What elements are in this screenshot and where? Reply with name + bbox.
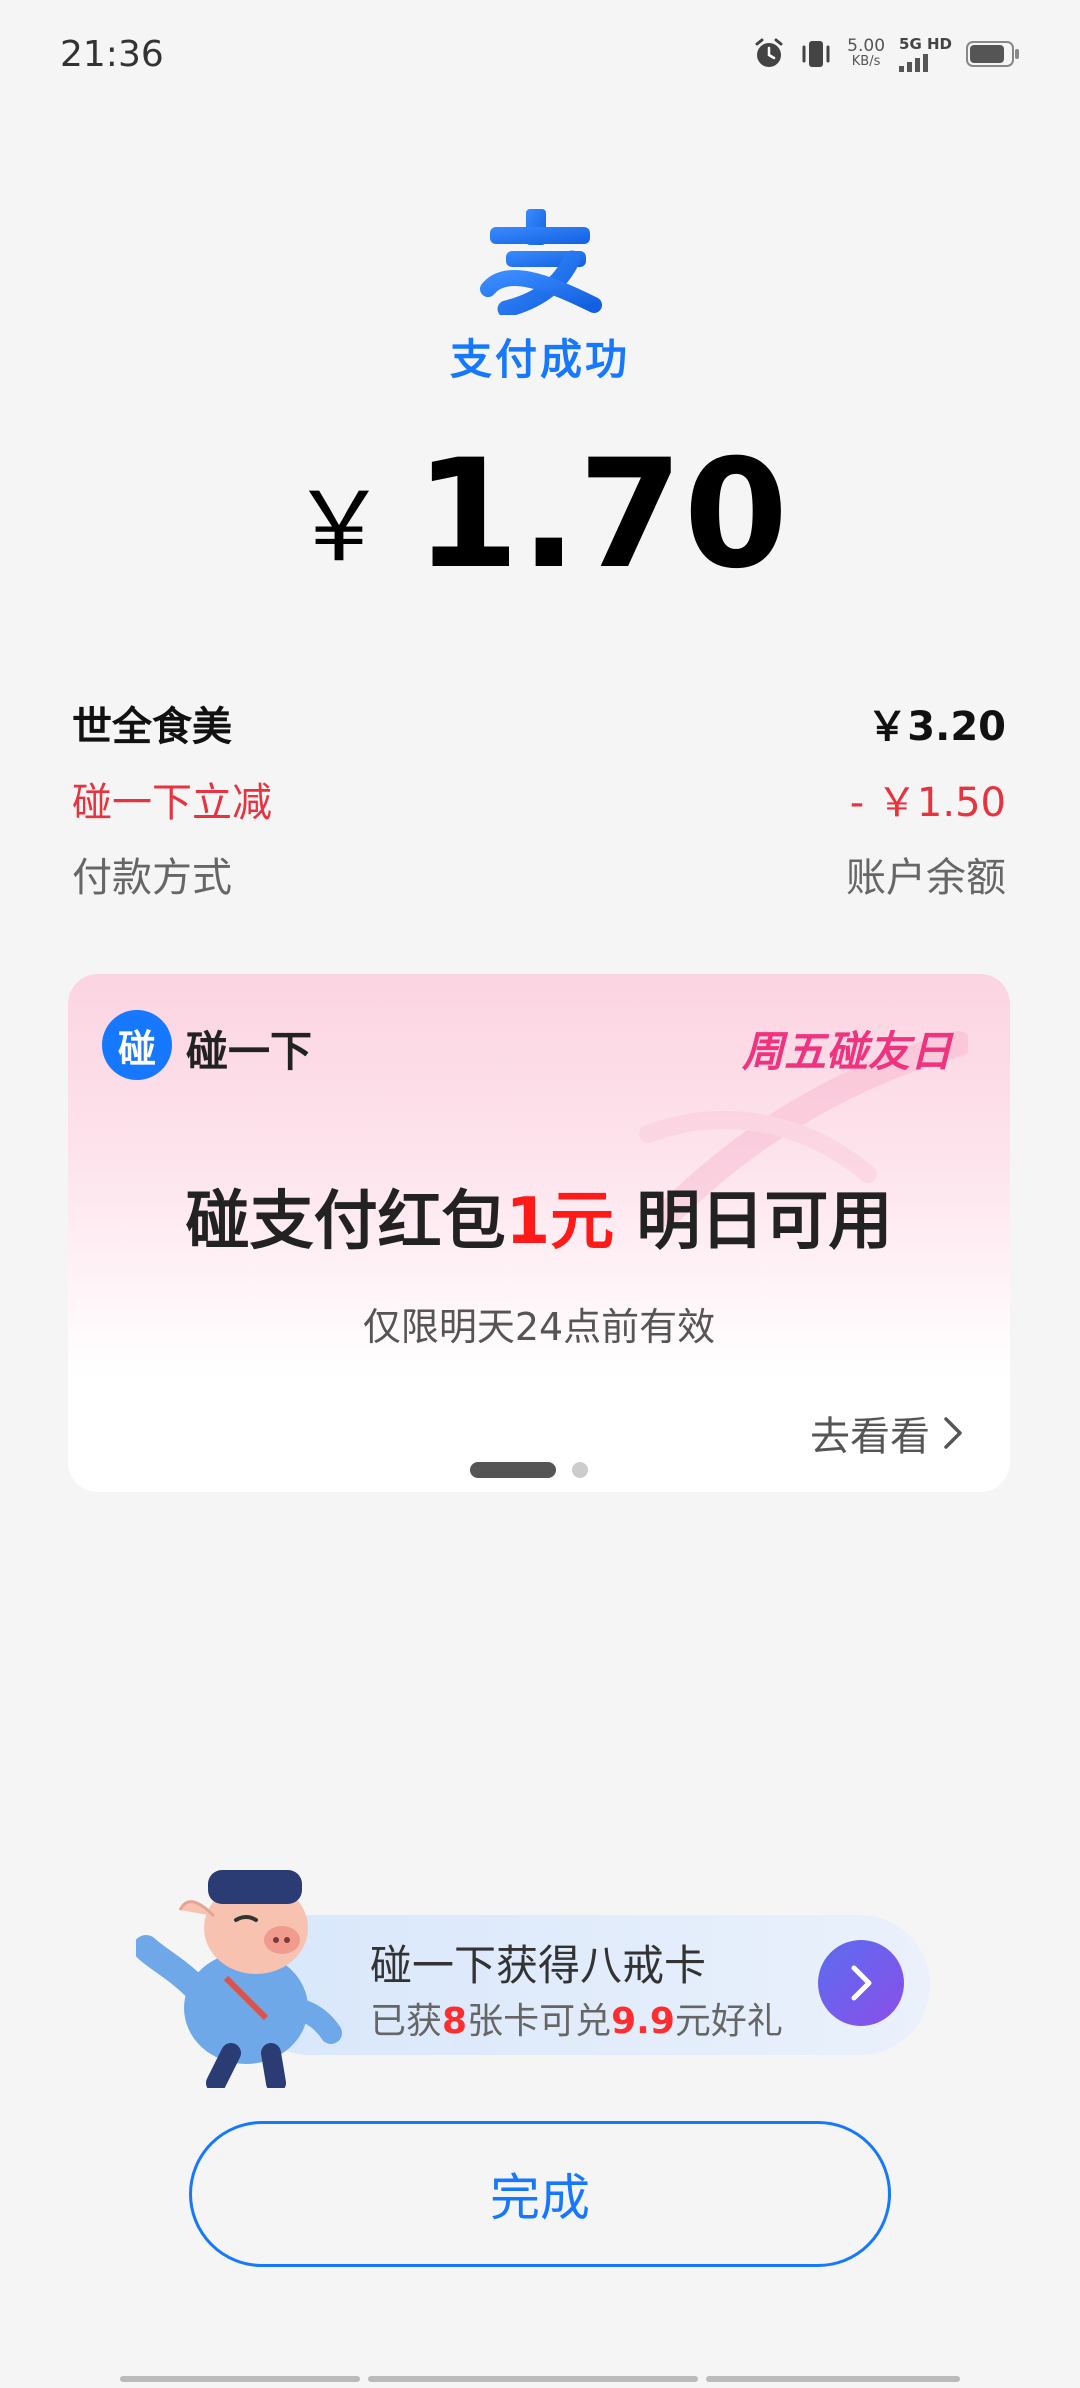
navigation-gesture-bar[interactable]	[120, 2376, 960, 2382]
promo-brand-label: 碰一下	[186, 1027, 313, 1076]
promo-subtitle: 仅限明天24点前有效	[362, 1305, 716, 1349]
banner-sub-mid: 张卡可兑	[467, 2001, 612, 2042]
merchant-amount: ￥3.20	[867, 704, 1006, 750]
banner-sub-pre: 已获	[370, 2001, 443, 2042]
discount-label: 碰一下立减	[72, 780, 272, 826]
promo-headline: 碰支付红包1元 明日可用	[68, 1170, 1010, 1262]
banner-subtitle: 已获8张卡可兑9.9元好礼	[370, 1992, 783, 2044]
payment-method-value: 账户余额	[846, 855, 1006, 901]
discount-row: 碰一下立减 - ￥1.50	[72, 770, 1006, 828]
carousel-pager	[470, 1462, 588, 1478]
promo-view-link[interactable]: 去看看	[810, 1404, 968, 1462]
banner-sub-post: 元好礼	[674, 2001, 783, 2042]
chevron-right-icon	[944, 1417, 962, 1449]
peng-brand-icon: 碰	[102, 1010, 172, 1080]
pager-active-indicator	[470, 1462, 556, 1478]
status-icons: 5.00 KB/s 5G HD	[753, 36, 1020, 72]
battery-icon	[966, 41, 1019, 67]
status-time: 21:36	[60, 34, 164, 75]
alipay-logo-icon	[480, 209, 602, 315]
payment-method-label: 付款方式	[72, 855, 232, 901]
alarm-icon	[755, 38, 783, 67]
chevron-right-icon	[851, 1965, 872, 2001]
banner-title: 碰一下获得八戒卡	[370, 1941, 707, 1990]
network-label: 5G HD	[899, 35, 952, 53]
payment-method-row: 付款方式 账户余额	[72, 845, 1006, 903]
promo-card[interactable]: 碰 碰一下 周五碰友日 碰支付红包1元 明日可用 仅限明天24点前有效 去看看	[68, 974, 1010, 1492]
status-bar: 21:36 5.00 KB/s 5G HD	[0, 0, 1080, 120]
net-speed: 5.00 KB/s	[847, 38, 885, 70]
vibrate-icon	[802, 41, 830, 67]
promo-view-label: 去看看	[810, 1414, 930, 1460]
signal-bars	[899, 54, 929, 72]
pager-dot	[572, 1462, 588, 1478]
promo-headline-highlight: 1元	[505, 1185, 615, 1259]
banner-card-count: 8	[442, 2001, 468, 2042]
discount-amount: - ￥1.50	[849, 780, 1006, 826]
merchant-name: 世全食美	[72, 704, 232, 750]
banner-arrow-button[interactable]	[818, 1940, 904, 2026]
amount-value: 1.70	[414, 428, 790, 602]
amount-currency: ￥	[290, 471, 387, 583]
banner-gift-value: 9.9	[611, 2001, 675, 2042]
payment-success-screen: 21:36 5.00 KB/s 5G HD 支付成功 ￥ 1.70 世全食美 ￥…	[0, 0, 1080, 2388]
signal-icon: 5G HD	[899, 36, 952, 72]
payment-status: 支付成功	[449, 335, 630, 384]
merchant-row: 世全食美 ￥3.20	[72, 694, 1006, 752]
promo-headline-pre: 碰支付红包	[185, 1185, 506, 1259]
net-speed-unit: KB/s	[851, 54, 881, 69]
promo-headline-post: 明日可用	[614, 1185, 893, 1259]
pig-mascot-icon	[136, 1870, 342, 2088]
net-speed-value: 5.00	[847, 36, 886, 56]
done-button[interactable]: 完成	[189, 2121, 891, 2267]
promo-tag: 周五碰友日	[741, 1027, 952, 1076]
payment-amount: ￥ 1.70	[0, 428, 1080, 602]
